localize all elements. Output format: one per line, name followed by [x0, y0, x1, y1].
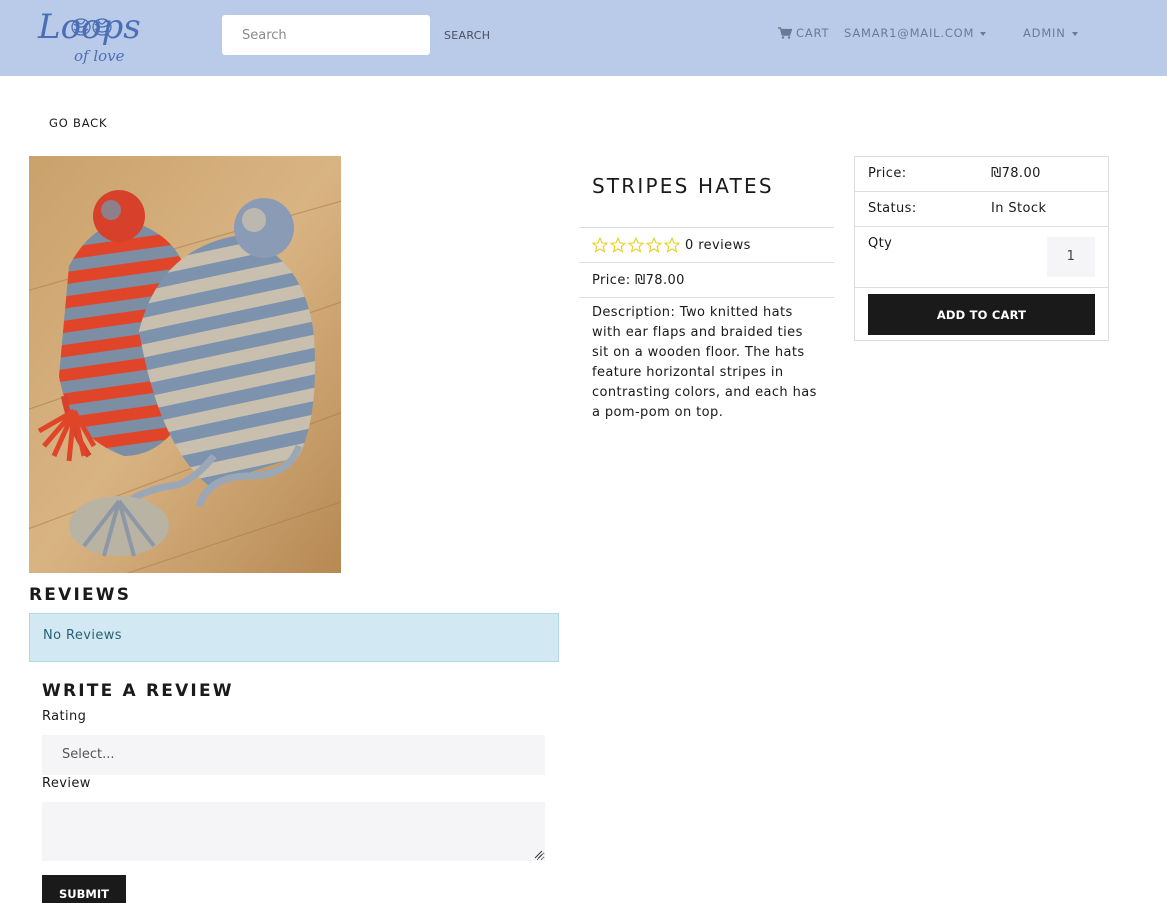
logo-text-main: Loops — [37, 7, 141, 47]
star-outline-icon — [646, 237, 662, 253]
summary-price-value: ₪78.00 — [991, 166, 1041, 181]
nav-cart-label: CART — [796, 26, 830, 40]
go-back-button[interactable]: GO BACK — [37, 108, 119, 138]
product-info-list: 0 reviews Price: ₪78.00 Description: Two… — [579, 227, 834, 431]
rating-select[interactable]: Select... — [42, 735, 545, 775]
logo-text-sub: of love — [74, 47, 125, 65]
summary-price-label: Price: — [868, 166, 907, 181]
purchase-card: Price: ₪78.00 Status: In Stock Qty 1 ADD… — [854, 156, 1109, 341]
no-reviews-alert: No Reviews — [29, 613, 559, 662]
product-description: Description: Two knitted hats with ear f… — [579, 297, 834, 431]
add-to-cart-button[interactable]: ADD TO CART — [868, 294, 1095, 335]
admin-menu-toggle[interactable]: ADMIN — [1023, 26, 1078, 40]
star-outline-icon — [610, 237, 626, 253]
search-button[interactable]: SEARCH — [436, 22, 498, 48]
admin-menu-label: ADMIN — [1023, 26, 1066, 40]
product-image — [29, 156, 341, 573]
star-outline-icon — [664, 237, 680, 253]
rating-label: Rating — [42, 709, 87, 724]
summary-qty-row: Qty 1 — [855, 227, 1108, 288]
submit-review-button[interactable]: SUBMIT — [42, 875, 126, 903]
review-textarea[interactable] — [42, 802, 545, 861]
review-label: Review — [42, 776, 91, 791]
reviews-heading: REVIEWS — [29, 585, 132, 605]
star-outline-icon — [628, 237, 644, 253]
product-title: STRIPES HATES — [592, 174, 774, 198]
cart-icon — [778, 27, 792, 39]
navbar: Loops of love SEARCH CART SAMAR1@MAIL.CO… — [0, 0, 1167, 76]
user-menu-label: SAMAR1@MAIL.COM — [844, 26, 975, 40]
resize-handle-icon[interactable] — [533, 849, 543, 859]
summary-qty-label: Qty — [868, 236, 893, 251]
brand-logo[interactable]: Loops of love — [36, 6, 196, 66]
search-input[interactable] — [222, 15, 430, 55]
summary-status-row: Status: In Stock — [855, 192, 1108, 227]
summary-status-label: Status: — [868, 201, 917, 216]
qty-select[interactable]: 1 — [1047, 237, 1095, 277]
nav-cart-link[interactable]: CART — [778, 26, 829, 40]
product-rating: 0 reviews — [579, 227, 834, 262]
summary-status-value: In Stock — [991, 201, 1047, 216]
reviews-count: 0 reviews — [685, 237, 751, 253]
caret-down-icon — [980, 31, 987, 36]
star-outline-icon — [592, 237, 608, 253]
caret-down-icon — [1071, 31, 1078, 36]
user-menu-toggle[interactable]: SAMAR1@MAIL.COM — [844, 26, 987, 40]
product-price: Price: ₪78.00 — [579, 262, 834, 297]
summary-price-row: Price: ₪78.00 — [855, 157, 1108, 192]
write-review-heading: WRITE A REVIEW — [42, 681, 234, 701]
